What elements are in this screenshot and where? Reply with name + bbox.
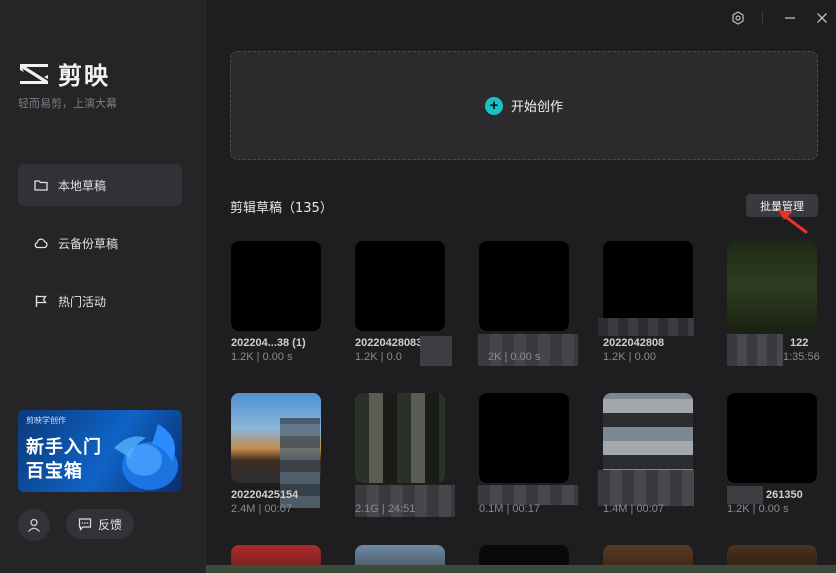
app-slogan: 轻而易剪，上演大幕 [18, 97, 117, 110]
user-icon [28, 518, 40, 532]
draft-meta: 1.2K | 0.00 s [231, 351, 293, 363]
feedback-icon [78, 518, 92, 531]
minimize-button[interactable] [780, 8, 800, 28]
folder-icon [34, 180, 48, 191]
draft-name: 122 [790, 337, 809, 349]
draft-thumbnail[interactable] [231, 241, 321, 331]
draft-thumbnail[interactable] [727, 241, 817, 331]
start-creation-label: 开始创作 [510, 100, 563, 115]
draft-thumbnail[interactable] [479, 241, 569, 331]
app-name: 剪映 [58, 62, 110, 90]
plus-icon: + [484, 96, 503, 115]
draft-meta: 1.2K | 0.00 [603, 351, 657, 363]
draft-meta: 2.1G | 24:51 [355, 503, 416, 515]
gear-icon [732, 11, 744, 25]
settings-button[interactable] [728, 8, 748, 28]
cloud-icon [34, 238, 48, 249]
draft-meta: 1.4M | 00:07 [603, 503, 664, 515]
draft-meta: 1.2K | 0.00 s [727, 503, 789, 515]
feedback-button[interactable]: 反馈 [66, 509, 134, 539]
privacy-mosaic [727, 486, 763, 504]
privacy-mosaic [478, 485, 578, 505]
draft-name: 2022042808 [603, 337, 665, 349]
start-creation-button[interactable]: + 开始创作 [230, 51, 818, 160]
draft-meta: 0.1M | 00:17 [479, 503, 540, 515]
draft-name: 202204...38 (1) [231, 337, 306, 349]
draft-thumbnail[interactable] [355, 241, 445, 331]
privacy-mosaic [727, 334, 783, 366]
banner-3d-art [114, 424, 178, 490]
draft-thumbnail[interactable] [727, 393, 817, 483]
close-icon [817, 13, 827, 23]
flag-icon [35, 295, 47, 307]
capcut-logo-icon [20, 63, 48, 84]
privacy-mosaic [598, 318, 694, 336]
privacy-mosaic [420, 336, 452, 366]
banner-title-line1: 新手入门 [26, 437, 102, 458]
draft-name: 20220425154 [231, 489, 299, 501]
sidebar-item-cloud-drafts[interactable]: 云备份草稿 [18, 222, 182, 264]
beginner-guide-banner[interactable]: 剪映学创作 新手入门 百宝箱 [18, 410, 182, 492]
user-avatar-button[interactable] [18, 509, 50, 541]
draft-meta: 2K | 0.00 s [488, 351, 541, 363]
draft-thumbnail[interactable] [355, 393, 445, 483]
draft-meta: 1:35:56 [783, 351, 820, 363]
sidebar-item-hot-events[interactable]: 热门活动 [18, 280, 182, 322]
close-button[interactable] [812, 8, 832, 28]
sidebar-item-label: 云备份草稿 [58, 236, 119, 251]
sidebar: 剪映 轻而易剪，上演大幕 本地草稿 云备份草稿 热门活动 剪映学创作 新手入门 … [0, 0, 206, 573]
drafts-section-title: 剪辑草稿（135） [230, 201, 333, 216]
draft-thumbnail[interactable] [479, 393, 569, 483]
window-controls-divider [762, 11, 763, 25]
sidebar-item-local-drafts[interactable]: 本地草稿 [18, 164, 182, 206]
feedback-label: 反馈 [97, 517, 122, 532]
privacy-mosaic [598, 470, 694, 506]
sidebar-item-label: 热门活动 [58, 294, 107, 309]
sidebar-item-label: 本地草稿 [58, 178, 107, 193]
banner-brand-text: 剪映学创作 [26, 416, 66, 425]
draft-meta: 2.4M | 00:07 [231, 503, 292, 515]
draft-name: 261350 [766, 489, 803, 501]
banner-title-line2: 百宝箱 [26, 461, 83, 482]
desktop-background-strip [206, 565, 836, 573]
batch-manage-button[interactable]: 批量管理 [746, 194, 818, 217]
app-logo: 剪映 [18, 56, 110, 91]
minimize-icon [785, 17, 795, 19]
